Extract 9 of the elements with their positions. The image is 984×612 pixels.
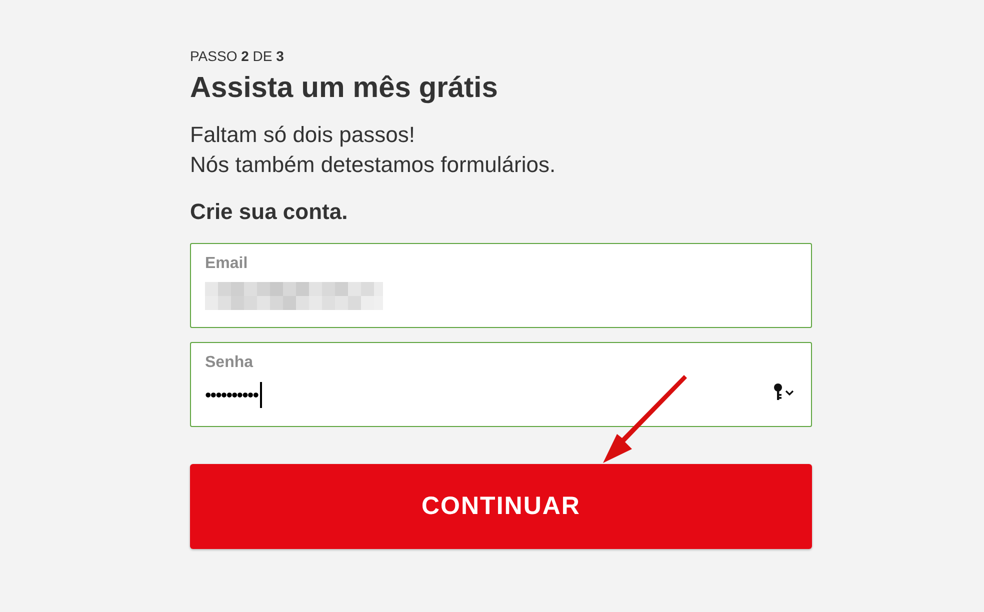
page-title: Assista um mês grátis xyxy=(190,71,499,106)
password-field[interactable]: Senha •••••••••• xyxy=(190,342,812,427)
email-field[interactable]: Email xyxy=(190,243,812,328)
intro-text: Faltam só dois passos! xyxy=(190,121,416,149)
step-indicator: PASSO 2 DE 3 xyxy=(190,47,285,66)
key-icon[interactable] xyxy=(773,383,795,401)
continue-button[interactable]: CONTINUAR xyxy=(190,464,812,549)
section-title: Crie sua conta. xyxy=(190,198,349,226)
intro-text: Nós também detestamos formulários. xyxy=(190,151,557,179)
